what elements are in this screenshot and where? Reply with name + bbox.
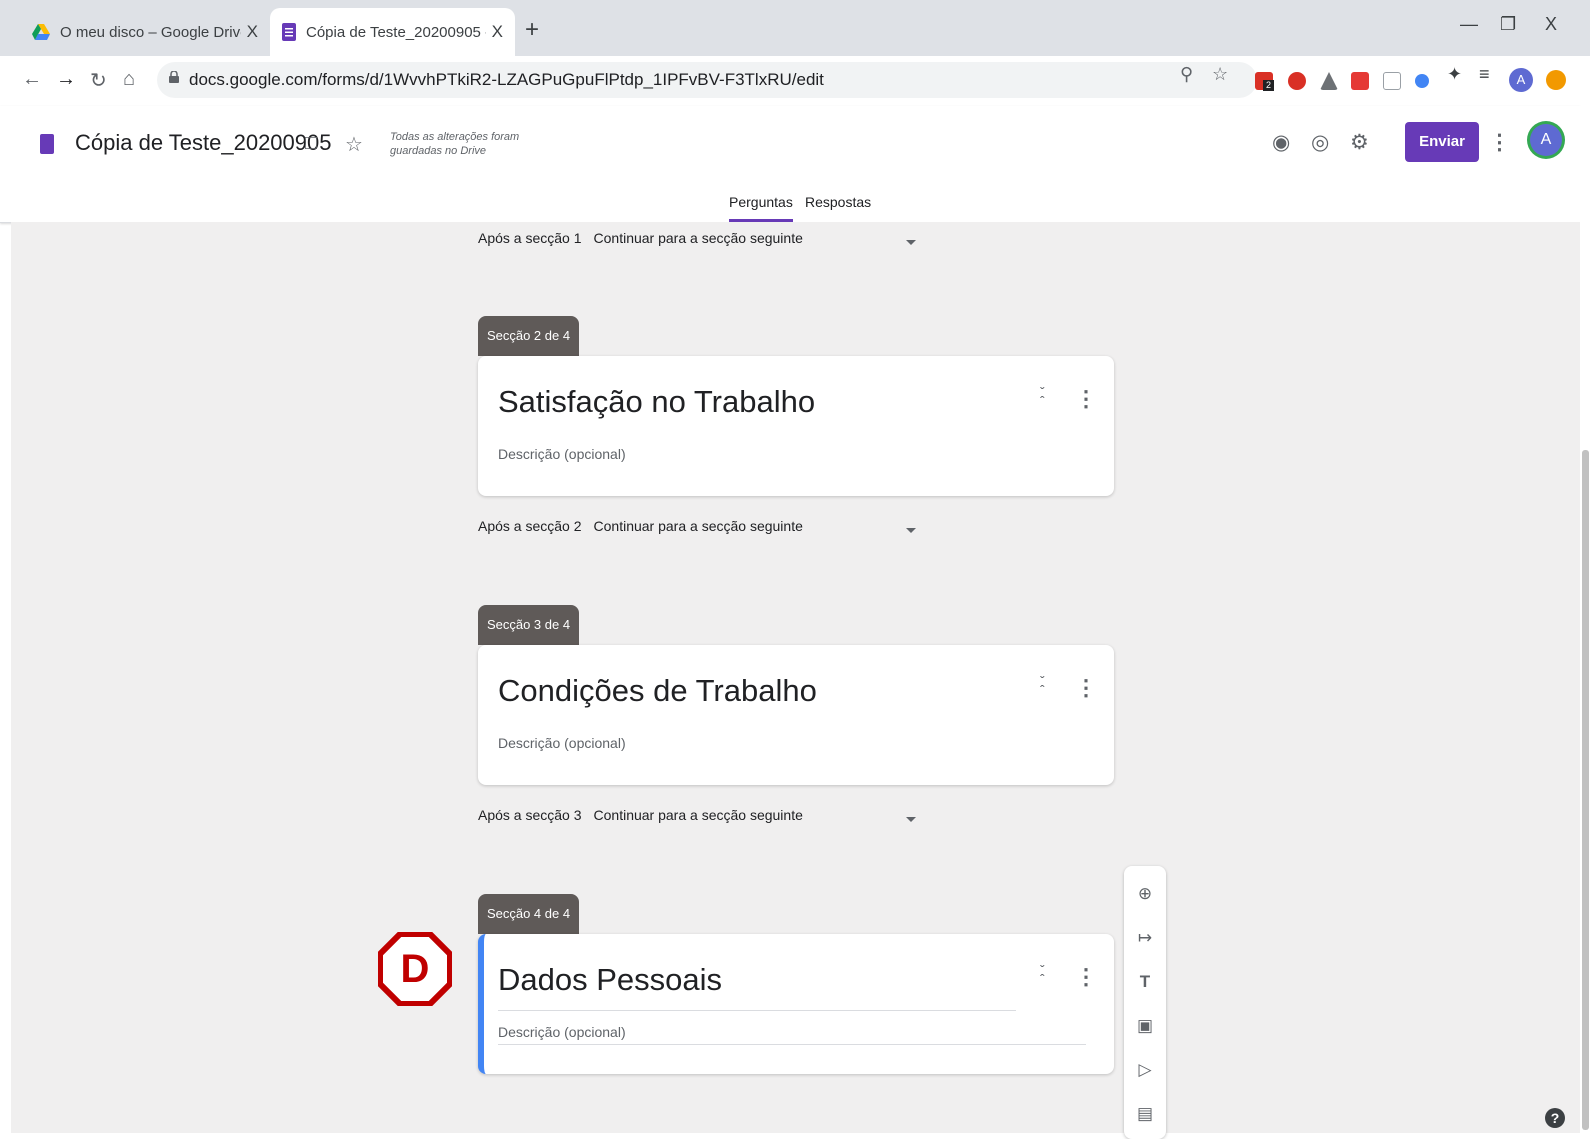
annotation-letter: D: [401, 947, 430, 991]
scrollbar-thumb[interactable]: [1582, 450, 1589, 1130]
extension-m-icon[interactable]: [1351, 72, 1369, 90]
save-status: Todas as alterações foram guardadas no D…: [390, 131, 520, 157]
tab-title: Cópia de Teste_20200905 - Goog: [306, 23, 486, 41]
after-section-label: Após a secção 1: [478, 230, 582, 246]
section-title[interactable]: Satisfação no Trabalho: [498, 384, 815, 420]
extensions-puzzle-icon[interactable]: ✦: [1447, 64, 1462, 85]
section-tag: Secção 4 de 4: [478, 894, 579, 934]
close-tab-icon[interactable]: X: [247, 22, 258, 42]
tab-perguntas[interactable]: Perguntas: [729, 194, 793, 222]
collapse-section-icon[interactable]: ˇˆ: [1040, 963, 1045, 986]
palette-icon[interactable]: ◉: [1272, 130, 1290, 155]
after-section-2-navigation[interactable]: Após a secção 2 Continuar para a secção s…: [478, 518, 803, 534]
back-icon[interactable]: ←: [22, 68, 42, 91]
window-close-icon[interactable]: X: [1545, 14, 1557, 35]
add-title-icon[interactable]: T: [1135, 972, 1155, 992]
settings-gear-icon[interactable]: ⚙: [1350, 130, 1369, 155]
more-options-icon[interactable]: ⋮: [1489, 130, 1510, 155]
forms-doc-icon[interactable]: [40, 134, 54, 154]
reload-icon[interactable]: ↻: [90, 68, 107, 93]
section-description[interactable]: Descrição (opcional): [498, 446, 626, 462]
add-section-icon[interactable]: ▤: [1135, 1104, 1155, 1124]
section-more-icon[interactable]: ⋮: [1075, 675, 1097, 701]
reading-list-icon[interactable]: ≡: [1479, 64, 1490, 85]
browser-tab-strip: O meu disco – Google Drive X Cópia de Te…: [0, 0, 1590, 56]
new-tab-icon[interactable]: +: [525, 16, 539, 44]
home-icon[interactable]: ⌂: [123, 68, 135, 91]
audio-extension-icon[interactable]: [1415, 74, 1429, 88]
url-text: docs.google.com/forms/d/1WvvhPTkiR2-LZAG…: [189, 70, 824, 89]
collapse-section-icon[interactable]: ˇˆ: [1040, 674, 1045, 697]
tab-forms[interactable]: Cópia de Teste_20200905 - Goog X: [270, 8, 515, 56]
forms-header: Cópia de Teste_20200905 □ ☆ Todas as alt…: [0, 106, 1580, 223]
restore-icon[interactable]: ❐: [1500, 14, 1516, 35]
dropdown-arrow-icon[interactable]: [906, 528, 916, 533]
dropdown-arrow-icon[interactable]: [906, 240, 916, 245]
close-tab-icon[interactable]: X: [492, 22, 503, 42]
after-section-value: Continuar para a secção seguinte: [593, 230, 803, 246]
browser-toolbar: ← → ↻ ⌂ docs.google.com/forms/d/1WvvhPTk…: [0, 56, 1590, 107]
after-section-label: Após a secção 3: [478, 807, 582, 823]
add-image-icon[interactable]: ▣: [1135, 1016, 1155, 1036]
update-icon[interactable]: [1546, 70, 1566, 90]
profile-avatar[interactable]: A: [1509, 68, 1533, 92]
section-3-card[interactable]: Condições de Trabalho Descrição (opciona…: [478, 645, 1114, 785]
section-more-icon[interactable]: ⋮: [1075, 964, 1097, 990]
help-icon[interactable]: ?: [1545, 1108, 1565, 1128]
after-section-1-navigation[interactable]: Após a secção 1 Continuar para a secção s…: [478, 230, 803, 246]
adblock-icon[interactable]: [1288, 72, 1306, 90]
lock-icon: [169, 71, 179, 83]
section-description[interactable]: Descrição (opcional): [498, 735, 626, 751]
address-bar[interactable]: docs.google.com/forms/d/1WvvhPTkiR2-LZAG…: [157, 62, 1257, 98]
extension-todo-icon[interactable]: 2: [1255, 72, 1274, 91]
send-button[interactable]: Enviar: [1405, 122, 1479, 162]
floating-question-toolbar: ⊕ ↦ T ▣ ▷ ▤: [1124, 866, 1166, 1139]
section-more-icon[interactable]: ⋮: [1075, 386, 1097, 412]
google-forms-icon: [282, 23, 296, 41]
after-section-value: Continuar para a secção seguinte: [593, 518, 803, 534]
tab-title: O meu disco – Google Drive: [60, 23, 241, 41]
extension-shrimp-icon[interactable]: [1383, 72, 1401, 90]
after-section-value: Continuar para a secção seguinte: [593, 807, 803, 823]
import-questions-icon[interactable]: ↦: [1135, 928, 1155, 948]
tab-google-drive[interactable]: O meu disco – Google Drive X: [20, 8, 270, 56]
after-section-label: Após a secção 2: [478, 518, 582, 534]
folder-icon[interactable]: □: [305, 132, 317, 155]
section-4-card[interactable]: Dados Pessoais Descrição (opcional) ˇˆ ⋮: [478, 934, 1114, 1074]
star-icon[interactable]: ☆: [345, 132, 363, 157]
add-question-icon[interactable]: ⊕: [1135, 884, 1155, 904]
section-title[interactable]: Dados Pessoais: [498, 962, 722, 998]
preview-eye-icon[interactable]: ◎: [1311, 130, 1329, 155]
user-avatar[interactable]: A: [1530, 124, 1562, 156]
section-tag: Secção 3 de 4: [478, 605, 579, 645]
zoom-icon[interactable]: ⚲: [1180, 64, 1193, 85]
section-title[interactable]: Condições de Trabalho: [498, 673, 817, 709]
dropdown-arrow-icon[interactable]: [906, 817, 916, 822]
after-section-3-navigation[interactable]: Após a secção 3 Continuar para a secção s…: [478, 807, 803, 823]
add-video-icon[interactable]: ▷: [1135, 1060, 1155, 1080]
tab-respostas[interactable]: Respostas: [805, 194, 871, 210]
section-description[interactable]: Descrição (opcional): [498, 1024, 626, 1040]
section-2-card[interactable]: Satisfação no Trabalho Descrição (opcion…: [478, 356, 1114, 496]
google-drive-icon: [32, 24, 50, 40]
drive-extension-icon[interactable]: [1320, 72, 1338, 90]
annotation-badge-d: D: [378, 932, 452, 1006]
bookmark-star-icon[interactable]: ☆: [1212, 64, 1228, 85]
title-underline: [498, 1010, 1016, 1011]
forward-icon[interactable]: →: [56, 68, 76, 91]
description-underline: [498, 1044, 1086, 1045]
extension-badge: 2: [1263, 80, 1274, 91]
collapse-section-icon[interactable]: ˇˆ: [1040, 385, 1045, 408]
section-tag: Secção 2 de 4: [478, 316, 579, 356]
minimize-icon[interactable]: —: [1460, 14, 1478, 35]
form-title[interactable]: Cópia de Teste_20200905: [75, 130, 331, 156]
